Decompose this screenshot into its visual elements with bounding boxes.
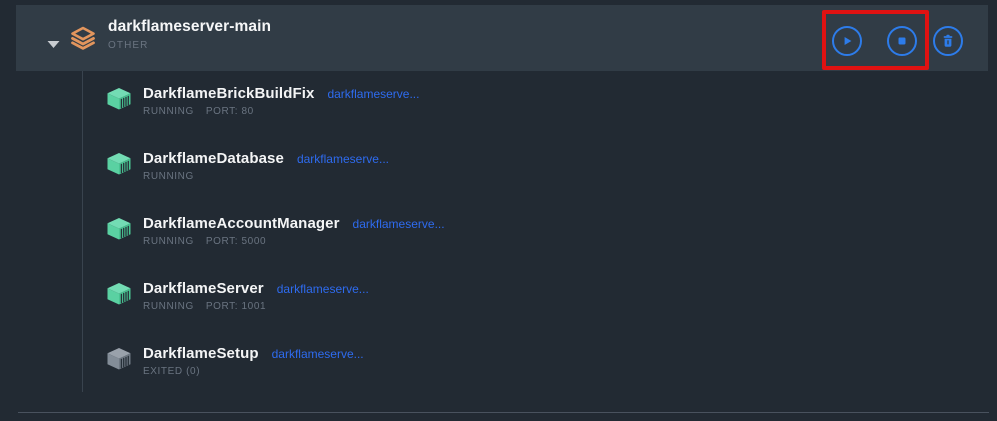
container-stack-panel: darkflameserver-main OTHER — [0, 0, 997, 421]
port-label: PORT: 1001 — [206, 301, 266, 312]
container-status-line: RUNNING PORT: 1001 — [143, 301, 369, 312]
container-name: DarkflameAccountManager — [143, 215, 340, 232]
container-row[interactable]: DarkflameAccountManager darkflameserve..… — [0, 201, 997, 266]
container-status-line: RUNNING — [143, 171, 389, 182]
container-image-link[interactable]: darkflameserve... — [272, 347, 364, 361]
stack-header-text: darkflameserver-main OTHER — [108, 18, 271, 51]
container-box-icon — [107, 153, 131, 175]
container-box-icon — [107, 218, 131, 240]
container-box-icon — [107, 88, 131, 110]
container-image-link[interactable]: darkflameserve... — [327, 87, 419, 101]
start-button[interactable] — [832, 26, 862, 56]
status-badge: RUNNING — [143, 236, 194, 247]
container-image-link[interactable]: darkflameserve... — [353, 217, 445, 231]
container-name: DarkflameServer — [143, 280, 264, 297]
container-name: DarkflameSetup — [143, 345, 259, 362]
port-label: PORT: 5000 — [206, 236, 266, 247]
status-badge: RUNNING — [143, 301, 194, 312]
container-name: DarkflameDatabase — [143, 150, 284, 167]
status-badge: RUNNING — [143, 171, 194, 182]
container-status-line: RUNNING PORT: 5000 — [143, 236, 445, 247]
stop-icon — [896, 35, 908, 47]
expand-collapse-button[interactable] — [40, 34, 66, 54]
container-image-link[interactable]: darkflameserve... — [297, 152, 389, 166]
status-badge: RUNNING — [143, 106, 194, 117]
container-box-icon — [107, 348, 131, 370]
container-status-line: EXITED (0) — [143, 366, 364, 377]
container-row[interactable]: DarkflameBrickBuildFix darkflameserve...… — [0, 71, 997, 136]
bottom-divider — [18, 412, 989, 413]
container-row-text: DarkflameBrickBuildFix darkflameserve...… — [143, 85, 419, 117]
status-badge: EXITED (0) — [143, 366, 200, 377]
container-status-line: RUNNING PORT: 80 — [143, 106, 419, 117]
container-name: DarkflameBrickBuildFix — [143, 85, 314, 102]
stack-subtitle: OTHER — [108, 40, 271, 51]
container-row-text: DarkflameAccountManager darkflameserve..… — [143, 215, 445, 247]
chevron-down-icon — [47, 40, 60, 49]
container-row-text: DarkflameDatabase darkflameserve... RUNN… — [143, 150, 389, 182]
port-label: PORT: 80 — [206, 106, 254, 117]
container-row[interactable]: DarkflameDatabase darkflameserve... RUNN… — [0, 136, 997, 201]
container-row[interactable]: DarkflameSetup darkflameserve... EXITED … — [0, 331, 997, 396]
container-list: DarkflameBrickBuildFix darkflameserve...… — [0, 71, 997, 396]
trash-icon — [941, 34, 955, 48]
container-row-text: DarkflameServer darkflameserve... RUNNIN… — [143, 280, 369, 312]
stack-header: darkflameserver-main OTHER — [16, 5, 988, 71]
stack-title: darkflameserver-main — [108, 18, 271, 36]
container-row-text: DarkflameSetup darkflameserve... EXITED … — [143, 345, 364, 377]
stop-button[interactable] — [887, 26, 917, 56]
container-box-icon — [107, 283, 131, 305]
container-image-link[interactable]: darkflameserve... — [277, 282, 369, 296]
delete-button[interactable] — [933, 26, 963, 56]
play-icon — [841, 35, 853, 47]
layers-stack-icon — [70, 26, 96, 50]
container-row[interactable]: DarkflameServer darkflameserve... RUNNIN… — [0, 266, 997, 331]
